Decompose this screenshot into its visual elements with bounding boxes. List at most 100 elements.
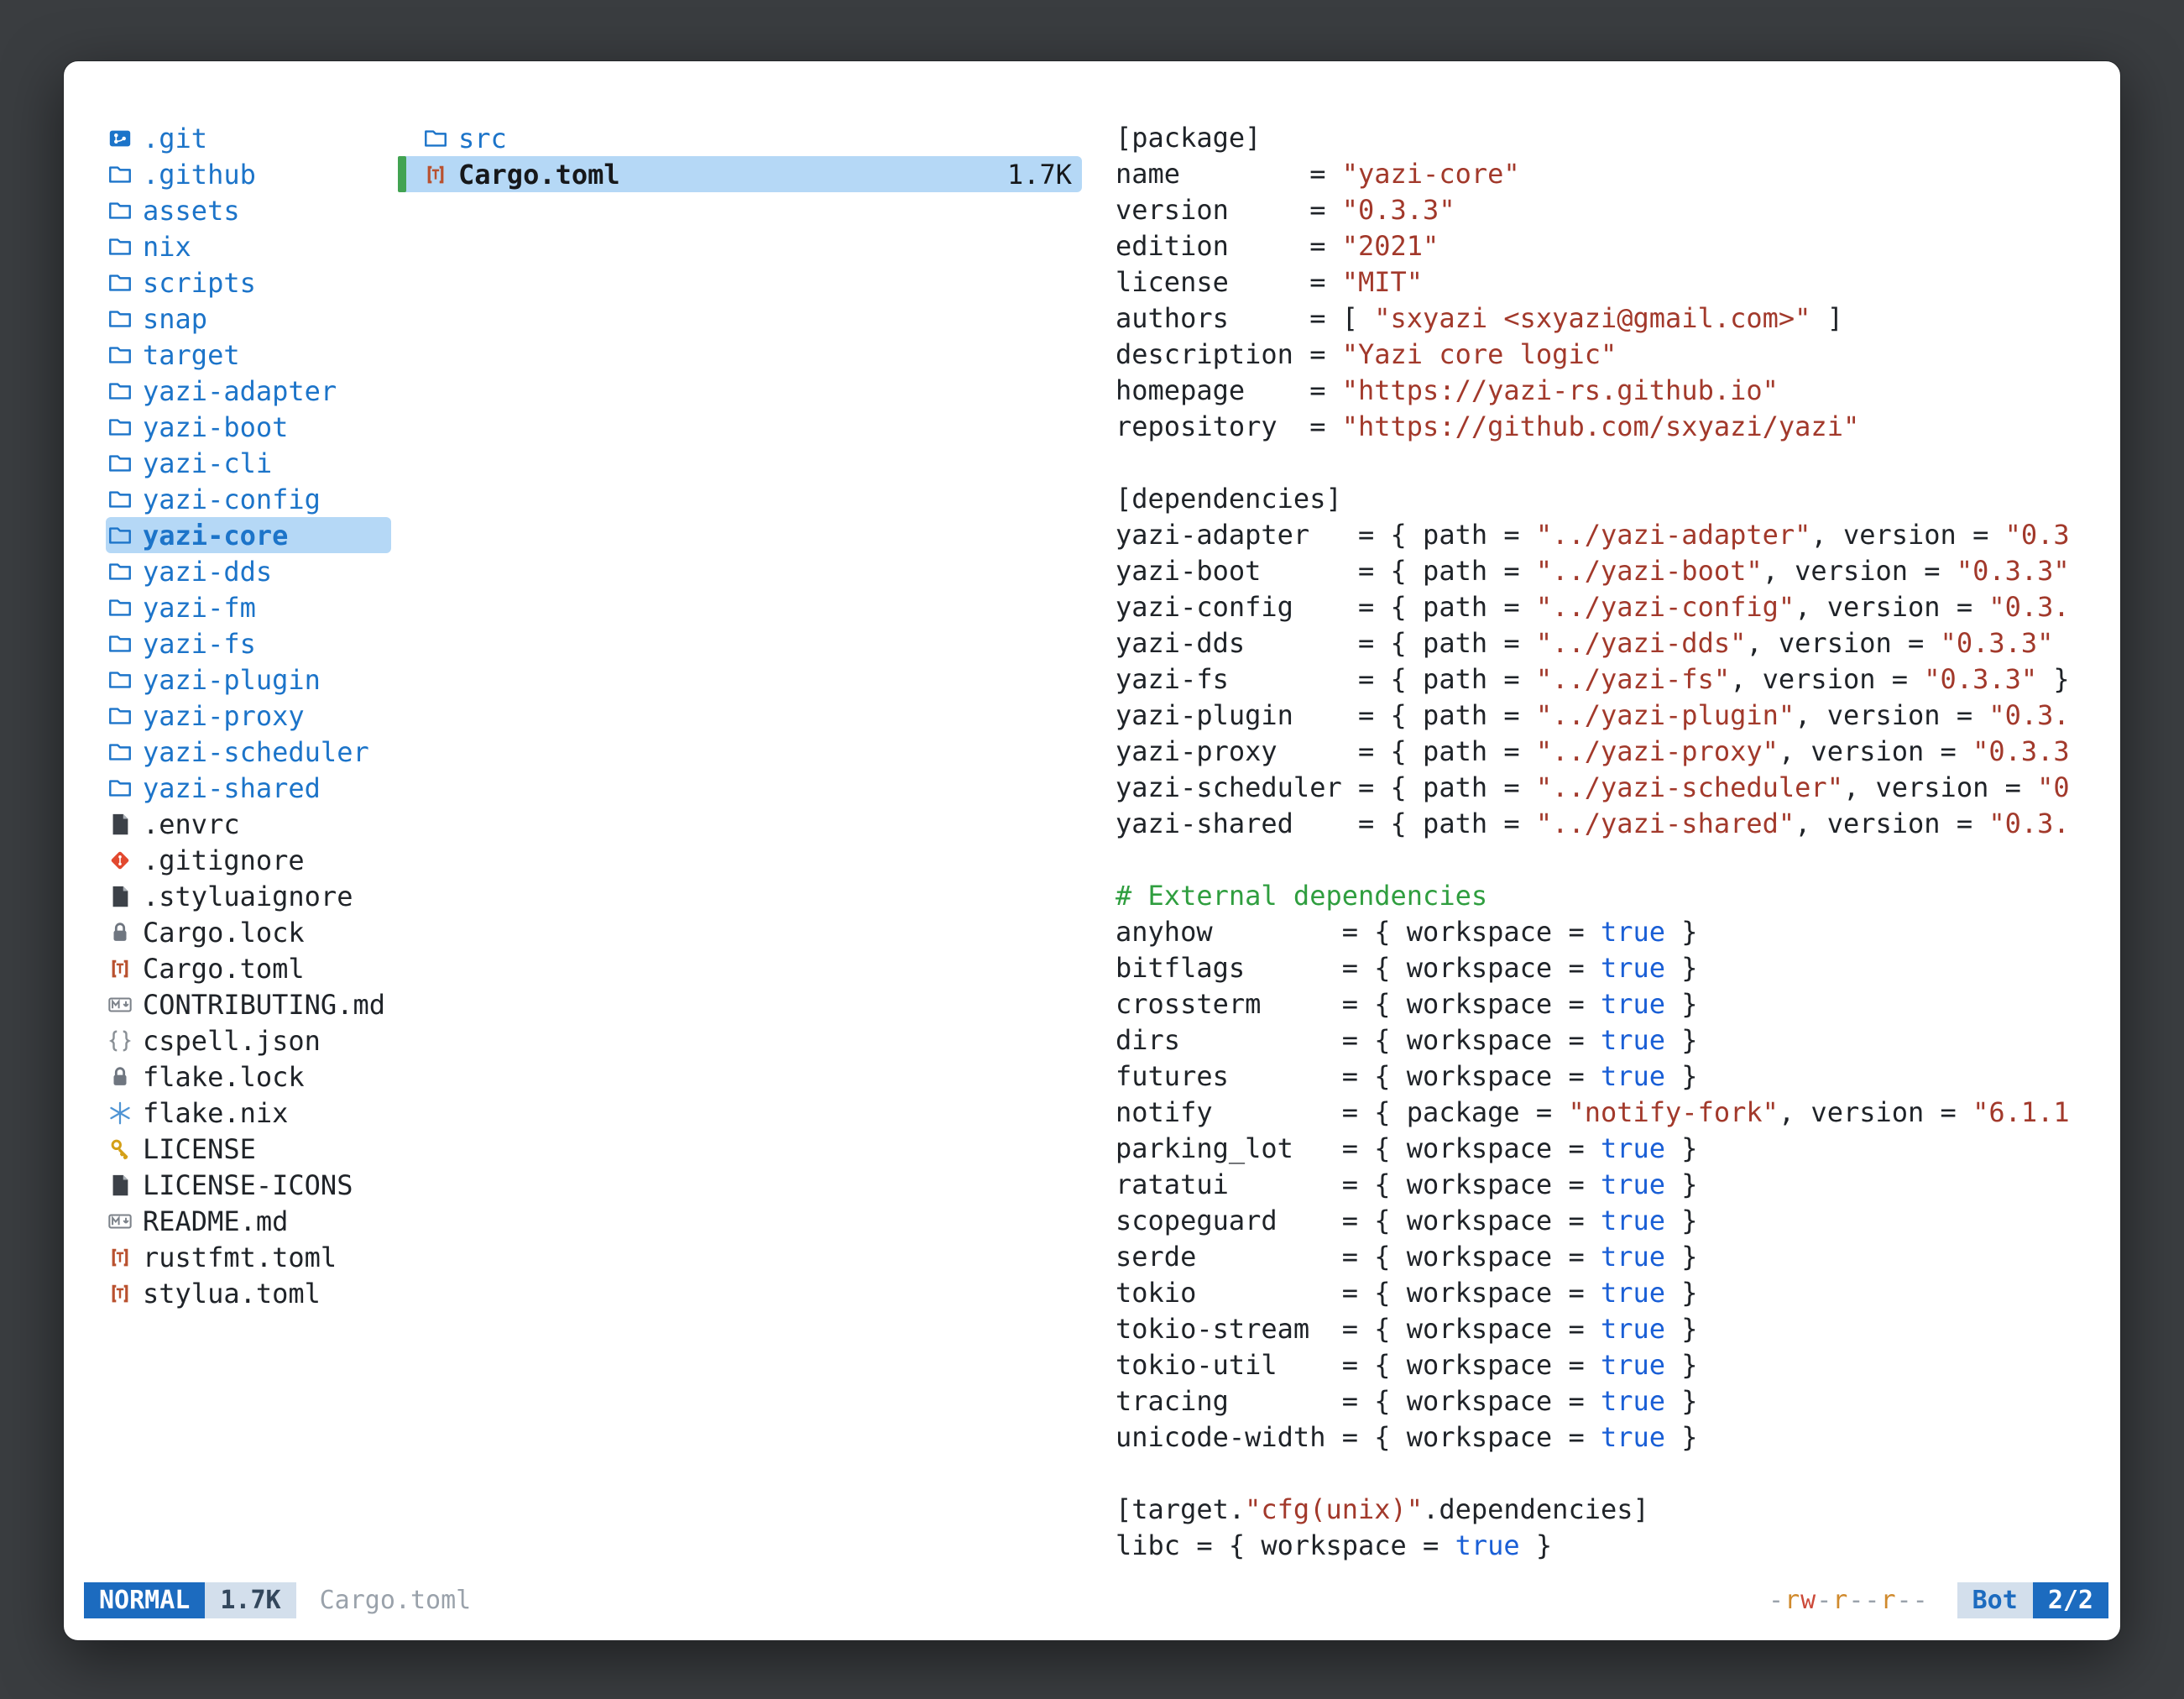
folder-icon: [106, 666, 134, 694]
file-row-rustfmt.toml[interactable]: rustfmt.toml: [106, 1239, 391, 1275]
file-row-Cargo.toml[interactable]: Cargo.toml: [106, 950, 391, 986]
file-row-Cargo.toml[interactable]: Cargo.toml1.7K: [398, 156, 1082, 192]
file-row-yazi-fm[interactable]: yazi-fm: [106, 589, 391, 625]
lock-icon: [106, 1063, 134, 1091]
file-name: Cargo.toml: [458, 159, 620, 191]
file-row-yazi-config[interactable]: yazi-config: [106, 481, 391, 517]
file-row-cspell.json[interactable]: cspell.json: [106, 1022, 391, 1059]
file-row-README.md[interactable]: README.md: [106, 1203, 391, 1239]
file-row-.envrc[interactable]: .envrc: [106, 806, 391, 842]
file-row-LICENSE-ICONS[interactable]: LICENSE-ICONS: [106, 1167, 391, 1203]
file-row-.gitignore[interactable]: .gitignore: [106, 842, 391, 878]
file-row-yazi-cli[interactable]: yazi-cli: [106, 445, 391, 481]
preview-line: tracing = { workspace = true }: [1116, 1383, 2078, 1419]
folder-icon: [106, 774, 134, 802]
preview-line: description = "Yazi core logic": [1116, 337, 2078, 373]
preview-line: [target."cfg(unix)".dependencies]: [1116, 1492, 2078, 1528]
file-row-Cargo.lock[interactable]: Cargo.lock: [106, 914, 391, 950]
file-name: Cargo.toml: [143, 953, 305, 985]
file-name: yazi-shared: [143, 772, 321, 804]
file-row-yazi-shared[interactable]: yazi-shared: [106, 770, 391, 806]
preview-line: dirs = { workspace = true }: [1116, 1022, 2078, 1059]
file-name: src: [458, 123, 507, 154]
status-bar: NORMAL 1.7K Cargo.toml -rw-r--r-- Bot 2/…: [84, 1581, 2108, 1618]
yazi-terminal-window: .git.githubassetsnixscriptssnaptargetyaz…: [63, 60, 2121, 1641]
file-name: yazi-cli: [143, 447, 272, 479]
preview-line: serde = { workspace = true }: [1116, 1239, 2078, 1275]
file-row-flake.lock[interactable]: flake.lock: [106, 1059, 391, 1095]
folder-icon: [106, 305, 134, 333]
file-name: LICENSE: [143, 1133, 256, 1165]
file-row-yazi-boot[interactable]: yazi-boot: [106, 409, 391, 445]
folder-icon: [106, 269, 134, 297]
file-row-yazi-plugin[interactable]: yazi-plugin: [106, 661, 391, 698]
folder-icon: [421, 124, 450, 153]
file-name: .github: [143, 159, 256, 191]
md-icon: [106, 991, 134, 1019]
folder-icon: [106, 485, 134, 514]
file-name: LICENSE-ICONS: [143, 1169, 353, 1201]
file-row-yazi-core[interactable]: yazi-core: [106, 517, 391, 553]
preview-line: yazi-dds = { path = "../yazi-dds", versi…: [1116, 625, 2078, 661]
preview-line: yazi-fs = { path = "../yazi-fs", version…: [1116, 661, 2078, 698]
folder-icon: [106, 702, 134, 730]
file-name: flake.nix: [143, 1097, 288, 1129]
preview-line: yazi-boot = { path = "../yazi-boot", ver…: [1116, 553, 2078, 589]
git-file-icon: [106, 846, 134, 875]
file-row-stylua.toml[interactable]: stylua.toml: [106, 1275, 391, 1311]
cursor-page-indicator: 2/2: [2033, 1582, 2108, 1618]
preview-line: yazi-shared = { path = "../yazi-shared",…: [1116, 806, 2078, 842]
file-name: README.md: [143, 1205, 288, 1237]
folder-icon: [106, 557, 134, 586]
license-icon: [106, 1135, 134, 1163]
folder-icon: [106, 413, 134, 442]
file-name: nix: [143, 231, 191, 263]
file-row-target[interactable]: target: [106, 337, 391, 373]
preview-line: [1116, 445, 2078, 481]
preview-line: name = "yazi-core": [1116, 156, 2078, 192]
file-row-src[interactable]: src: [398, 120, 1082, 156]
scroll-position-indicator: Bot: [1957, 1582, 2033, 1618]
file-row-scripts[interactable]: scripts: [106, 264, 391, 301]
file-row-nix[interactable]: nix: [106, 228, 391, 264]
preview-line: # External dependencies: [1116, 878, 2078, 914]
preview-line: libc = { workspace = true }: [1116, 1528, 2078, 1564]
file-row-.git[interactable]: .git: [106, 120, 391, 156]
preview-line: [1116, 842, 2078, 878]
preview-line: tokio-util = { workspace = true }: [1116, 1347, 2078, 1383]
toml-icon: [106, 1243, 134, 1272]
file-row-snap[interactable]: snap: [106, 301, 391, 337]
file-row-yazi-scheduler[interactable]: yazi-scheduler: [106, 734, 391, 770]
preview-line: tokio = { workspace = true }: [1116, 1275, 2078, 1311]
folder-icon: [106, 196, 134, 225]
file-row-yazi-proxy[interactable]: yazi-proxy: [106, 698, 391, 734]
preview-line: [package]: [1116, 120, 2078, 156]
file-name: .gitignore: [143, 844, 305, 876]
folder-icon: [106, 521, 134, 550]
preview-line: yazi-adapter = { path = "../yazi-adapter…: [1116, 517, 2078, 553]
file-row-CONTRIBUTING.md[interactable]: CONTRIBUTING.md: [106, 986, 391, 1022]
folder-icon: [106, 593, 134, 622]
file-row-yazi-dds[interactable]: yazi-dds: [106, 553, 391, 589]
file-row-yazi-adapter[interactable]: yazi-adapter: [106, 373, 391, 409]
folder-icon: [106, 449, 134, 478]
folder-icon: [106, 377, 134, 405]
preview-line: repository = "https://github.com/sxyazi/…: [1116, 409, 2078, 445]
git-folder-icon: [106, 124, 134, 153]
preview-line: [1116, 1456, 2078, 1492]
preview-line: tokio-stream = { workspace = true }: [1116, 1311, 2078, 1347]
file-name: yazi-plugin: [143, 664, 321, 696]
folder-icon: [106, 233, 134, 261]
file-row-assets[interactable]: assets: [106, 192, 391, 228]
preview-line: authors = [ "sxyazi <sxyazi@gmail.com>" …: [1116, 301, 2078, 337]
preview-line: futures = { workspace = true }: [1116, 1059, 2078, 1095]
file-name: CONTRIBUTING.md: [143, 989, 385, 1021]
file-name: flake.lock: [143, 1061, 305, 1093]
file-row-LICENSE[interactable]: LICENSE: [106, 1131, 391, 1167]
file-name: yazi-core: [143, 520, 288, 552]
file-row-.styluaignore[interactable]: .styluaignore: [106, 878, 391, 914]
file-row-yazi-fs[interactable]: yazi-fs: [106, 625, 391, 661]
file-row-.github[interactable]: .github: [106, 156, 391, 192]
toml-icon: [106, 954, 134, 983]
file-row-flake.nix[interactable]: flake.nix: [106, 1095, 391, 1131]
